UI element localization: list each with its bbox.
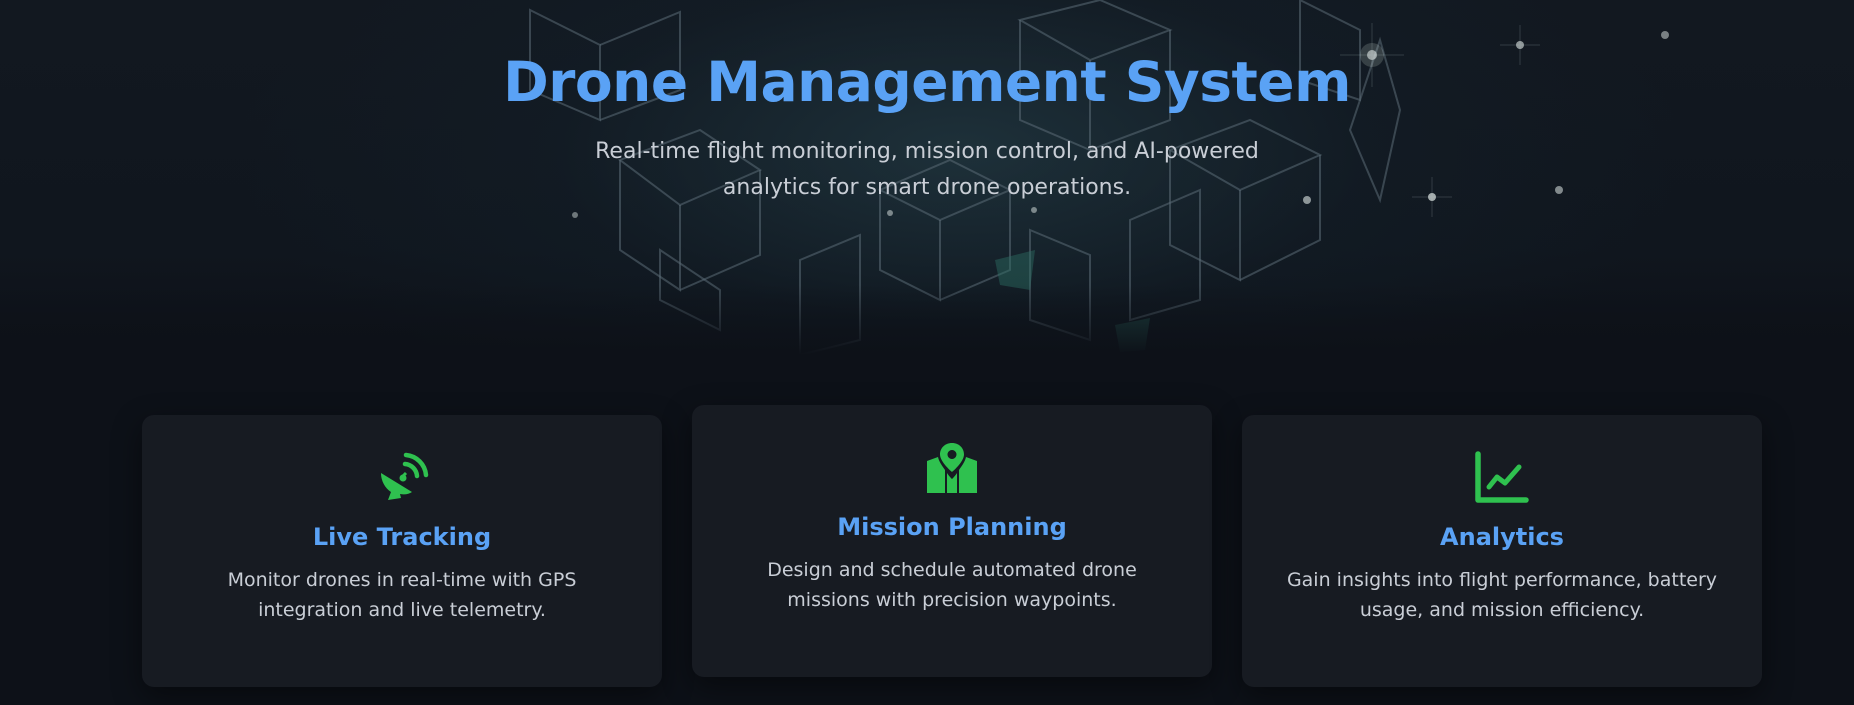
- page: Drone Management System Real-time flight…: [0, 0, 1854, 705]
- map-location-icon: [927, 443, 977, 493]
- line-chart-icon: [1475, 451, 1529, 503]
- hero-section: Drone Management System Real-time flight…: [0, 0, 1854, 355]
- page-title: Drone Management System: [503, 50, 1351, 114]
- feature-card-live-tracking: Live Tracking Monitor drones in real-tim…: [142, 415, 662, 687]
- hero-fade: [0, 285, 1854, 355]
- feature-description: Design and schedule automated drone miss…: [767, 559, 1137, 611]
- page-subtitle: Real-time flight monitoring, mission con…: [595, 139, 1259, 200]
- satellite-dish-icon: [381, 452, 429, 500]
- feature-description: Gain insights into flight performance, b…: [1286, 569, 1718, 621]
- feature-card-mission-planning: Mission Planning Design and schedule aut…: [692, 405, 1212, 677]
- feature-description: Monitor drones in real-time with GPS int…: [227, 569, 577, 621]
- feature-title: Analytics: [1440, 523, 1564, 551]
- feature-title: Live Tracking: [312, 523, 492, 551]
- feature-title: Mission Planning: [837, 513, 1067, 541]
- feature-card-analytics: Analytics Gain insights into flight perf…: [1242, 415, 1762, 687]
